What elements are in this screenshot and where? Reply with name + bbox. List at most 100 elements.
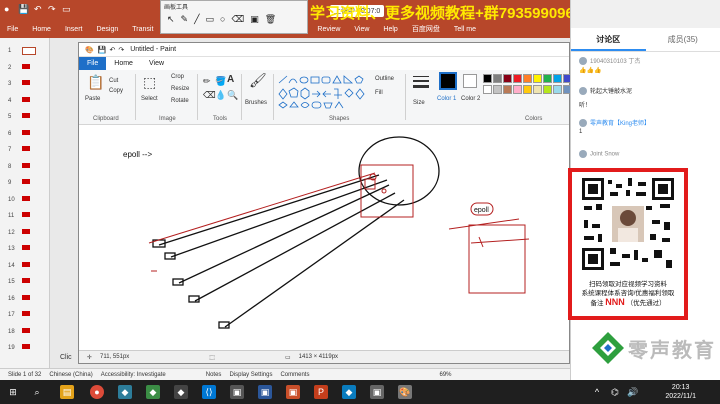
slide-thumbnail[interactable]: 11 — [0, 209, 50, 225]
paint-redo-icon[interactable]: ↷ — [118, 46, 124, 54]
select-icon[interactable]: ⬚ — [143, 74, 156, 91]
ppt-tab-baidu[interactable]: 百度网盘 — [405, 24, 447, 34]
app-icon[interactable]: ◆ — [118, 385, 132, 399]
eraser-icon[interactable]: ⌫ — [231, 14, 244, 25]
select-button[interactable]: Select — [141, 96, 158, 102]
chrome-icon[interactable]: ● — [90, 385, 104, 399]
color1-swatch[interactable] — [439, 72, 457, 90]
paint-tab-home[interactable]: Home — [106, 57, 141, 70]
color-swatch[interactable] — [503, 85, 512, 94]
color-swatch[interactable] — [533, 85, 542, 94]
paste-icon[interactable]: 📋 — [87, 74, 104, 91]
slide-thumbnail[interactable]: 3 — [0, 77, 50, 93]
notes-button[interactable]: Notes — [206, 372, 222, 378]
color-swatch[interactable] — [483, 74, 492, 83]
ppt-tab-help[interactable]: Help — [376, 26, 404, 33]
app-icon[interactable]: ▣ — [258, 385, 272, 399]
paint-undo-icon[interactable]: ↶ — [109, 46, 115, 54]
magnifier-icon[interactable]: 🔍 — [227, 90, 238, 101]
file-explorer-icon[interactable]: ▤ — [60, 385, 74, 399]
display-settings-button[interactable]: Display Settings — [229, 372, 272, 378]
slide-thumbnail[interactable]: 16 — [0, 292, 50, 308]
resize-button[interactable]: Resize — [171, 86, 189, 92]
color-swatch[interactable] — [523, 74, 532, 83]
undo-icon[interactable]: ↶ — [34, 4, 42, 15]
shapes-gallery[interactable] — [277, 74, 371, 110]
present-icon[interactable]: ▭ — [62, 4, 71, 15]
slide-thumbnail[interactable]: 8 — [0, 160, 50, 176]
paint-tab-file[interactable]: File — [79, 57, 107, 70]
tab-discussion[interactable]: 讨论区 — [571, 28, 646, 51]
search-icon[interactable]: ⌕ — [30, 385, 44, 399]
pen-icon[interactable]: ✎ — [181, 14, 189, 25]
color-swatch[interactable] — [553, 85, 562, 94]
pencil-icon[interactable]: ✏ — [203, 76, 211, 87]
slide-thumbnail[interactable]: 15 — [0, 275, 50, 291]
color-picker-icon[interactable]: 💧 — [215, 90, 226, 101]
vscode-icon[interactable]: ⟨⟩ — [202, 385, 216, 399]
slide-thumbnail[interactable]: 14 — [0, 259, 50, 275]
paint-canvas[interactable]: epoll --> epoll — [79, 125, 569, 351]
ppt-tab-transitions[interactable]: Transit — [125, 26, 160, 33]
slide-thumbnail[interactable]: 10 — [0, 193, 50, 209]
color-swatch[interactable] — [483, 85, 492, 94]
slide-thumbnail[interactable]: 9 — [0, 176, 50, 192]
chevron-up-icon[interactable]: ^ — [590, 385, 604, 399]
app-icon[interactable]: ◆ — [342, 385, 356, 399]
slide-thumbnail[interactable]: 18 — [0, 325, 50, 341]
slide-thumbnail[interactable]: 19 — [0, 341, 50, 357]
paint-tab-view[interactable]: View — [141, 57, 172, 70]
save-icon[interactable]: 💾 — [18, 4, 29, 15]
canvas-drawing[interactable]: epoll --> epoll — [79, 125, 569, 351]
ppt-tab-insert[interactable]: Insert — [58, 26, 90, 33]
zoom-level[interactable]: 69% — [439, 372, 451, 378]
powerpoint-icon[interactable]: P — [314, 385, 328, 399]
size-button[interactable]: Size — [413, 100, 425, 106]
accessibility-status[interactable]: Accessibility: Investigate — [101, 372, 166, 378]
color-swatch[interactable] — [533, 74, 542, 83]
color2-label[interactable]: Color 2 — [461, 96, 480, 102]
paint-taskbar-icon[interactable]: 🎨 — [398, 385, 412, 399]
copy-button[interactable]: Copy — [109, 88, 123, 94]
paint-save-icon[interactable]: 💾 — [98, 46, 107, 54]
taskbar-clock[interactable]: 20:13 2022/11/1 — [665, 383, 696, 401]
autosave-icon[interactable]: ● — [4, 4, 9, 14]
redo-icon[interactable]: ↷ — [48, 4, 56, 15]
text-tool-icon[interactable]: A — [227, 74, 234, 85]
screen-icon[interactable]: ▣ — [250, 14, 259, 25]
eraser-tool-icon[interactable]: ⌫ — [203, 90, 216, 101]
slide-thumbnail[interactable]: 1 — [0, 44, 50, 60]
fill-dropdown[interactable]: Fill — [375, 90, 383, 96]
pointer-icon[interactable]: ↖ — [167, 14, 175, 25]
ppt-tab-view[interactable]: View — [347, 26, 376, 33]
crop-button[interactable]: Crop — [171, 74, 184, 80]
cut-button[interactable]: Cut — [109, 78, 118, 84]
app-icon[interactable]: ◆ — [146, 385, 160, 399]
color-swatch[interactable] — [493, 85, 502, 94]
ppt-tab-design[interactable]: Design — [89, 26, 125, 33]
slide-thumbnail[interactable]: 17 — [0, 308, 50, 324]
app-icon[interactable]: ◆ — [174, 385, 188, 399]
slide-thumbnail[interactable]: 5 — [0, 110, 50, 126]
color-swatch[interactable] — [493, 74, 502, 83]
ppt-tab-tellme[interactable]: Tell me — [447, 26, 483, 33]
size-icon[interactable] — [413, 76, 429, 90]
color-swatch[interactable] — [513, 85, 522, 94]
color2-swatch[interactable] — [463, 74, 477, 88]
circle-icon[interactable]: ○ — [220, 14, 225, 25]
ppt-tab-home[interactable]: Home — [25, 26, 58, 33]
slide-thumbnail[interactable]: 13 — [0, 242, 50, 258]
qr-code[interactable] — [580, 176, 676, 272]
color-swatch[interactable] — [523, 85, 532, 94]
color-swatch[interactable] — [543, 74, 552, 83]
tab-members[interactable]: 成员(35) — [646, 28, 720, 51]
comments-button[interactable]: Comments — [280, 372, 309, 378]
slide-thumbnail[interactable]: 4 — [0, 94, 50, 110]
volume-icon[interactable]: 🔊 — [626, 385, 640, 399]
brushes-icon[interactable]: 🖌 — [249, 72, 267, 89]
color-swatch[interactable] — [503, 74, 512, 83]
color-swatch[interactable] — [553, 74, 562, 83]
slide-thumbnail[interactable]: 7 — [0, 143, 50, 159]
color-swatch[interactable] — [543, 85, 552, 94]
slide-thumbnail[interactable]: 2 — [0, 61, 50, 77]
